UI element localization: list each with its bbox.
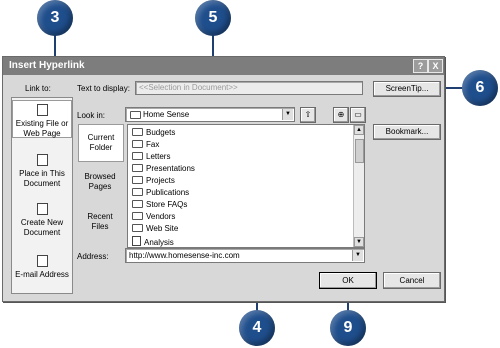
text-to-display-label: Text to display: (77, 84, 130, 93)
email-icon (36, 255, 48, 267)
chevron-down-icon[interactable]: ▼ (352, 250, 363, 261)
browse-web-button[interactable]: ⊕ (333, 107, 349, 123)
link-to-create-label: Create New Document (20, 218, 64, 237)
look-in-label: Look in: (77, 111, 106, 120)
screentip-label: ScreenTip... (385, 84, 429, 93)
folder-icon (132, 224, 143, 232)
place-recent-files[interactable]: Recent Files (78, 212, 122, 232)
folder-icon (132, 200, 143, 208)
place-current-folder[interactable]: Current Folder (78, 124, 124, 162)
link-to-create-new[interactable]: Create New Document (12, 203, 72, 238)
callout-9: 9 (330, 310, 366, 346)
cancel-button[interactable]: Cancel (383, 272, 441, 289)
cancel-label: Cancel (399, 276, 425, 285)
list-item[interactable]: Projects (132, 176, 175, 185)
close-button[interactable]: X (428, 59, 443, 73)
scroll-up-button[interactable]: ▲ (354, 125, 364, 135)
link-to-email[interactable]: E-mail Address (12, 255, 72, 280)
text-to-display-value: <<Selection in Document>> (139, 83, 238, 92)
text-to-display-field[interactable]: <<Selection in Document>> (135, 81, 363, 95)
link-to-bar: Existing File or Web Page Place in This … (11, 97, 73, 294)
dialog-title: Insert Hyperlink (9, 60, 85, 71)
screentip-button[interactable]: ScreenTip... (373, 81, 441, 97)
folder-icon (132, 212, 143, 220)
places-bar: Current Folder Browsed Pages Recent File… (76, 124, 124, 248)
up-folder-icon: ⇧ (304, 110, 312, 119)
callout-3: 3 (37, 0, 73, 36)
link-to-place-in-document[interactable]: Place in This Document (12, 154, 72, 189)
link-to-place-label: Place in This Document (19, 169, 65, 188)
up-folder-button[interactable]: ⇧ (300, 107, 316, 123)
address-field[interactable]: http://www.homesense-inc.com ▼ (125, 248, 365, 263)
folder-icon (132, 152, 143, 160)
callout-4: 4 (239, 310, 275, 346)
link-to-label: Link to: (25, 84, 51, 93)
look-in-value: Home Sense (143, 110, 190, 119)
chevron-down-icon[interactable]: ▼ (282, 109, 293, 120)
list-item[interactable]: Web Site (132, 224, 178, 233)
callout-6: 6 (462, 70, 498, 106)
folder-icon (132, 140, 143, 148)
list-item[interactable]: Letters (132, 152, 170, 161)
place-recent-files-label: Recent Files (87, 212, 113, 231)
place-current-folder-label: Current Folder (87, 133, 115, 152)
place-browsed-pages-label: Browsed Pages (84, 172, 116, 191)
bookmark-label: Bookmark... (385, 127, 429, 136)
folder-icon (132, 128, 143, 136)
callout-5: 5 (195, 0, 231, 36)
file-list: Budgets Fax Letters Presentations Projec… (127, 124, 365, 248)
ok-label: OK (342, 276, 354, 285)
help-button[interactable]: ? (413, 59, 428, 73)
ok-button[interactable]: OK (319, 272, 377, 289)
browse-file-button[interactable]: ▭ (350, 107, 366, 123)
link-to-existing-file[interactable]: Existing File or Web Page (12, 100, 72, 138)
open-folder-icon: ▭ (354, 110, 362, 119)
list-item[interactable]: Vendors (132, 212, 175, 221)
document-icon (36, 154, 48, 166)
link-to-email-label: E-mail Address (15, 270, 69, 279)
address-value: http://www.homesense-inc.com (129, 251, 240, 260)
list-item[interactable]: Budgets (132, 128, 175, 137)
file-list-scrollbar[interactable]: ▲ ▼ (353, 125, 364, 247)
list-item[interactable]: Analysis (132, 236, 174, 247)
file-icon (132, 236, 141, 246)
folder-icon (132, 188, 143, 196)
new-document-icon (36, 203, 48, 215)
link-to-existing-file-label: Existing File or Web Page (15, 119, 69, 138)
web-page-icon (36, 104, 48, 116)
title-bar: Insert Hyperlink ? X (3, 57, 444, 75)
folder-icon (130, 111, 141, 119)
folder-icon (132, 176, 143, 184)
list-item[interactable]: Store FAQs (132, 200, 187, 209)
list-item[interactable]: Publications (132, 188, 189, 197)
folder-icon (132, 164, 143, 172)
scroll-down-button[interactable]: ▼ (354, 237, 364, 247)
globe-icon: ⊕ (337, 110, 345, 119)
place-browsed-pages[interactable]: Browsed Pages (78, 172, 122, 192)
insert-hyperlink-dialog: Insert Hyperlink ? X Link to: Existing F… (2, 56, 445, 302)
list-item[interactable]: Presentations (132, 164, 195, 173)
bookmark-button[interactable]: Bookmark... (373, 124, 441, 140)
address-label: Address: (77, 252, 109, 261)
scroll-thumb[interactable] (355, 139, 364, 163)
look-in-select[interactable]: Home Sense ▼ (125, 107, 295, 122)
list-item[interactable]: Fax (132, 140, 159, 149)
